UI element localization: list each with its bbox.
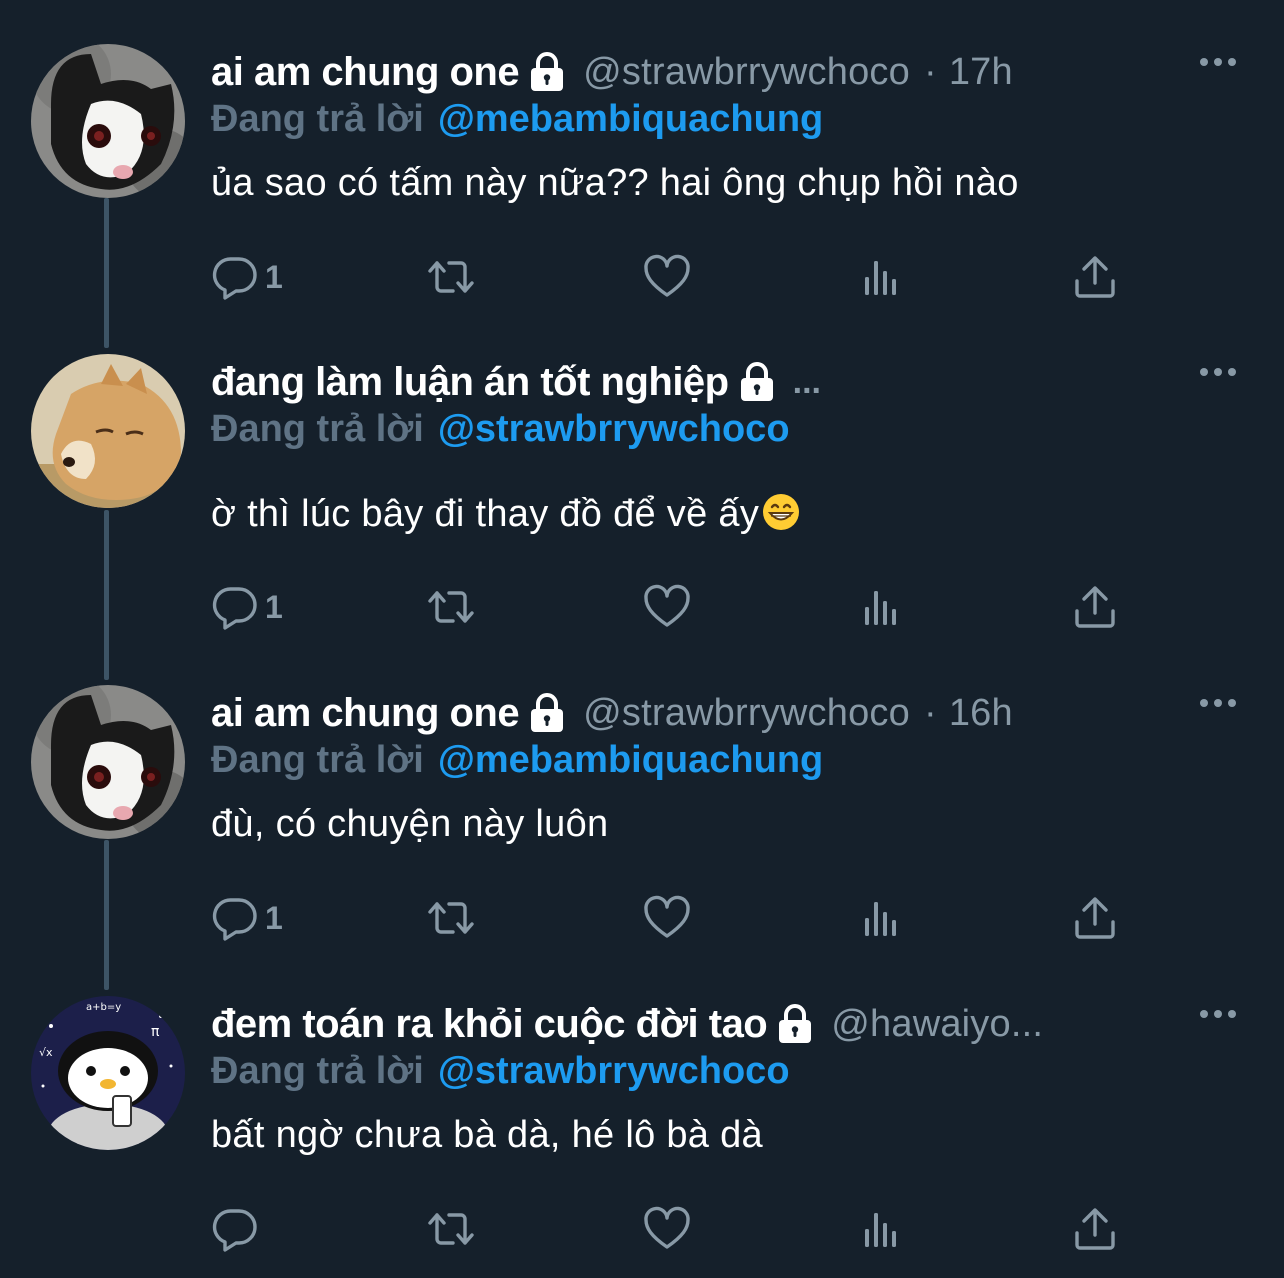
reply-icon	[211, 894, 259, 942]
share-button[interactable]	[1071, 250, 1119, 304]
like-button[interactable]	[643, 580, 691, 634]
reply-count: 1	[265, 899, 283, 936]
share-icon	[1071, 253, 1119, 301]
tweet[interactable]: đem toán ra khỏi cuộc đời tao @hawaiyo..…	[0, 996, 1284, 1266]
like-button[interactable]	[643, 250, 691, 304]
timeline: ai am chung one @strawbrrywchoco · 17h Đ…	[0, 0, 1284, 1278]
share-button[interactable]	[1071, 1202, 1119, 1256]
reply-context: Đang trả lời @strawbrrywchoco	[211, 1044, 790, 1098]
like-icon	[643, 253, 691, 301]
avatar[interactable]	[31, 44, 185, 198]
penguin-math-avatar-icon	[31, 996, 185, 1150]
views-icon	[857, 253, 905, 301]
user-handle[interactable]: ...	[793, 363, 821, 402]
cat-avatar-icon	[31, 44, 185, 198]
avatar[interactable]	[31, 996, 185, 1150]
views-button[interactable]	[857, 580, 905, 634]
tweet-text: ủa sao có tấm này nữa?? hai ông chụp hồi…	[211, 162, 1019, 204]
reply-target-link[interactable]: @strawbrrywchoco	[438, 1050, 790, 1093]
retweet-icon	[427, 253, 475, 301]
like-icon	[643, 894, 691, 942]
reply-icon	[211, 253, 259, 301]
retweet-icon	[427, 1205, 475, 1253]
reply-icon	[211, 583, 259, 631]
reply-target-link[interactable]: @mebambiquachung	[438, 98, 823, 141]
share-icon	[1071, 1205, 1119, 1253]
tweet-text-content: ờ thì lúc bây đi thay đồ để về ấy	[211, 493, 760, 535]
reply-target-link[interactable]: @strawbrrywchoco	[438, 408, 790, 451]
reply-icon	[211, 1205, 259, 1253]
views-button[interactable]	[857, 1202, 905, 1256]
more-icon[interactable]	[1198, 1004, 1238, 1024]
display-name[interactable]: ai am chung one	[211, 691, 520, 736]
tweet[interactable]: ai am chung one @strawbrrywchoco · 16h Đ…	[0, 685, 1284, 955]
reply-count: 1	[265, 588, 283, 625]
separator: ·	[923, 691, 937, 734]
reply-button[interactable]: 1	[211, 580, 283, 634]
like-icon	[643, 583, 691, 631]
tweet-actions	[211, 1202, 1131, 1256]
retweet-button[interactable]	[427, 250, 475, 304]
lock-icon	[525, 693, 569, 733]
tweet-text: đù, có chuyện này luôn	[211, 803, 609, 845]
grinning-face-emoji-icon	[761, 492, 801, 532]
tweet-actions: 1	[211, 891, 1131, 945]
display-name[interactable]: đem toán ra khỏi cuộc đời tao	[211, 1002, 768, 1047]
timestamp[interactable]: 17h	[949, 51, 1013, 94]
tweet-actions: 1	[211, 250, 1131, 304]
tweet-text: ờ thì lúc bây đi thay đồ để về ấy	[211, 492, 801, 536]
more-icon[interactable]	[1198, 693, 1238, 713]
display-name[interactable]: đang làm luận án tốt nghiệp	[211, 360, 729, 405]
like-icon	[643, 1205, 691, 1253]
retweet-icon	[427, 894, 475, 942]
reply-context: Đang trả lời @mebambiquachung	[211, 733, 823, 787]
views-button[interactable]	[857, 891, 905, 945]
lock-icon	[525, 52, 569, 92]
more-icon[interactable]	[1198, 52, 1238, 72]
reply-label: Đang trả lời	[211, 407, 424, 450]
views-icon	[857, 894, 905, 942]
retweet-button[interactable]	[427, 580, 475, 634]
timestamp[interactable]: 16h	[949, 692, 1013, 735]
retweet-button[interactable]	[427, 1202, 475, 1256]
avatar[interactable]	[31, 685, 185, 839]
user-handle[interactable]: @strawbrrywchoco	[583, 692, 910, 735]
reply-label: Đang trả lời	[211, 1049, 424, 1092]
retweet-button[interactable]	[427, 891, 475, 945]
views-icon	[857, 1205, 905, 1253]
share-icon	[1071, 583, 1119, 631]
separator: ·	[923, 50, 937, 93]
reply-button[interactable]: 1	[211, 250, 283, 304]
more-icon[interactable]	[1198, 362, 1238, 382]
views-icon	[857, 583, 905, 631]
retweet-icon	[427, 583, 475, 631]
avatar[interactable]	[31, 354, 185, 508]
shiba-dog-avatar-icon	[31, 354, 185, 508]
reply-count: 1	[265, 258, 283, 295]
user-handle[interactable]: @strawbrrywchoco	[583, 51, 910, 94]
reply-button[interactable]	[211, 1202, 265, 1256]
like-button[interactable]	[643, 1202, 691, 1256]
reply-context: Đang trả lời @mebambiquachung	[211, 92, 823, 146]
reply-target-link[interactable]: @mebambiquachung	[438, 739, 823, 782]
tweet-actions: 1	[211, 580, 1131, 634]
share-button[interactable]	[1071, 891, 1119, 945]
reply-label: Đang trả lời	[211, 97, 424, 140]
tweet-text: bất ngờ chưa bà dà, hé lô bà dà	[211, 1114, 763, 1156]
reply-context: Đang trả lời @strawbrrywchoco	[211, 402, 790, 456]
tweet[interactable]: đang làm luận án tốt nghiệp ... Đang trả…	[0, 354, 1284, 654]
like-button[interactable]	[643, 891, 691, 945]
share-icon	[1071, 894, 1119, 942]
reply-label: Đang trả lời	[211, 738, 424, 781]
display-name[interactable]: ai am chung one	[211, 50, 520, 95]
lock-icon	[773, 1004, 817, 1044]
share-button[interactable]	[1071, 580, 1119, 634]
cat-avatar-icon	[31, 685, 185, 839]
reply-button[interactable]: 1	[211, 891, 283, 945]
views-button[interactable]	[857, 250, 905, 304]
user-handle[interactable]: @hawaiyo...	[831, 1003, 1043, 1046]
tweet[interactable]: ai am chung one @strawbrrywchoco · 17h Đ…	[0, 44, 1284, 314]
lock-icon	[735, 362, 779, 402]
